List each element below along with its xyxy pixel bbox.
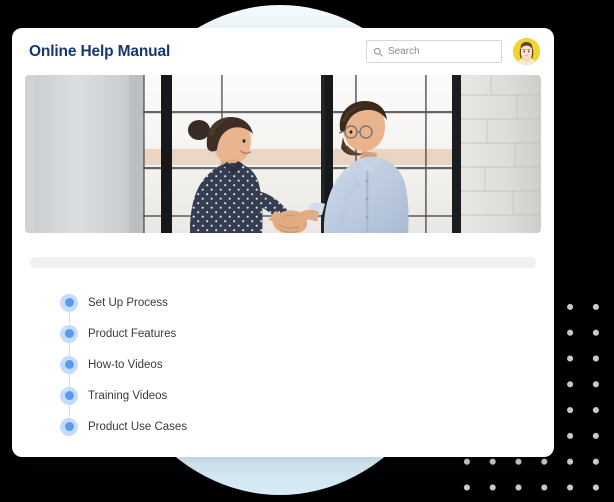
user-avatar-icon	[513, 38, 540, 65]
hero-image	[25, 75, 541, 233]
list-item-label: Product Features	[88, 327, 177, 340]
bullet-dot-icon	[60, 417, 78, 436]
bullet-dot-icon	[60, 386, 78, 405]
card-header: Online Help Manual Search	[12, 28, 554, 75]
header-actions: Search	[366, 38, 540, 65]
list-item[interactable]: Product Features	[12, 318, 554, 349]
topic-list: Set Up Process Product Features How-to V…	[12, 287, 554, 442]
list-item[interactable]: Training Videos	[12, 380, 554, 411]
bullet-dot-icon	[60, 324, 78, 343]
bullet-dot-icon	[60, 355, 78, 374]
help-manual-card: Online Help Manual Search Set Up Process…	[12, 28, 554, 457]
page-title: Online Help Manual	[29, 42, 171, 60]
hero-photo-illustration	[25, 75, 541, 233]
list-item-label: How-to Videos	[88, 358, 163, 371]
list-item-label: Set Up Process	[88, 296, 168, 309]
list-item[interactable]: How-to Videos	[12, 349, 554, 380]
search-input[interactable]: Search	[366, 40, 502, 63]
content-placeholder-bar	[30, 257, 536, 268]
search-placeholder-text: Search	[388, 45, 420, 57]
bullet-dot-icon	[60, 293, 78, 312]
list-item-label: Product Use Cases	[88, 420, 188, 433]
avatar[interactable]	[513, 38, 540, 65]
list-item[interactable]: Product Use Cases	[12, 411, 554, 442]
list-item-label: Training Videos	[88, 389, 168, 402]
list-item[interactable]: Set Up Process	[12, 287, 554, 318]
search-icon	[373, 47, 383, 56]
